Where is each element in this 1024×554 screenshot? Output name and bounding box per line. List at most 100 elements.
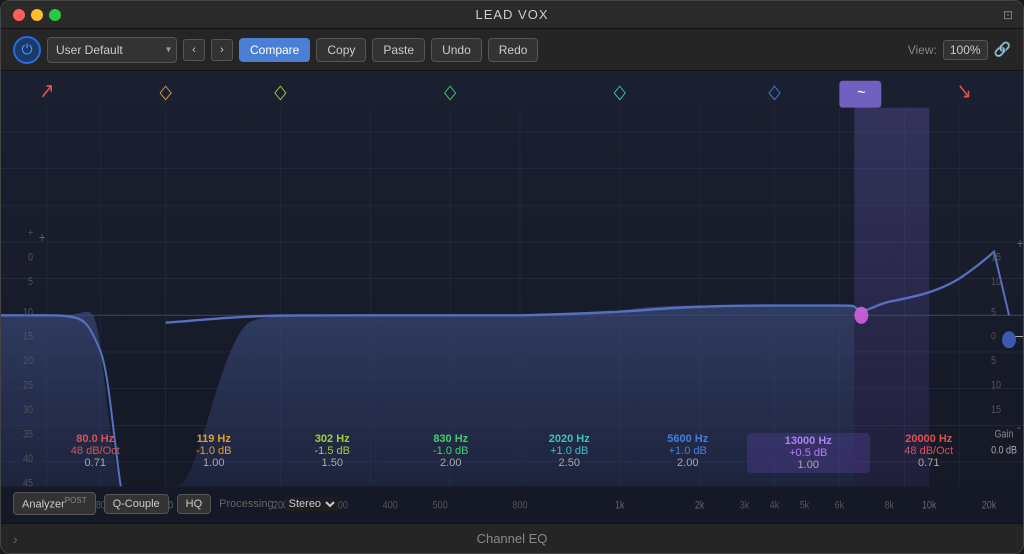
band-4-params[interactable]: 830 Hz -1.0 dB 2.00: [392, 433, 511, 473]
svg-text:15: 15: [991, 404, 1001, 416]
svg-text:35: 35: [23, 429, 33, 441]
eq-bottom-controls: AnalyzerPOST Q-Couple HQ Processing: Ste…: [13, 492, 338, 515]
power-button[interactable]: ⏻: [13, 36, 41, 64]
svg-text:2k: 2k: [695, 500, 705, 512]
band-3-gain: -1.5 dB: [273, 445, 392, 457]
band-5-params[interactable]: 2020 Hz +1.0 dB 2.50: [510, 433, 629, 473]
band-4-freq: 830 Hz: [392, 433, 511, 445]
q-couple-button[interactable]: Q-Couple: [104, 494, 169, 514]
svg-text:-: -: [1017, 419, 1021, 434]
svg-text:10k: 10k: [922, 500, 937, 512]
band-2-q: 1.00: [155, 457, 274, 469]
svg-text:~: ~: [857, 84, 865, 103]
svg-text:4k: 4k: [770, 500, 780, 512]
band-6-freq: 5600 Hz: [629, 433, 748, 445]
svg-text:0: 0: [991, 331, 996, 343]
footer-chevron[interactable]: ›: [13, 531, 18, 547]
hq-button[interactable]: HQ: [177, 494, 212, 514]
main-window: LEAD VOX ⊡ ⏻ User Default ‹ › Compare Co…: [0, 0, 1024, 554]
svg-text:Gain: Gain: [995, 429, 1014, 441]
svg-text:◇: ◇: [444, 80, 457, 102]
redo-button[interactable]: Redo: [488, 38, 539, 62]
svg-text:+: +: [1017, 236, 1023, 251]
band-2-params[interactable]: 119 Hz -1.0 dB 1.00: [155, 433, 274, 473]
svg-text:◇: ◇: [768, 80, 781, 102]
close-button[interactable]: [13, 9, 25, 21]
svg-text:↘: ↘: [957, 79, 972, 103]
svg-text:10: 10: [991, 380, 1001, 392]
band-6-gain: +1.0 dB: [629, 445, 748, 457]
processing-select[interactable]: Stereo: [285, 497, 338, 511]
analyzer-button[interactable]: AnalyzerPOST: [13, 492, 96, 515]
band-3-params[interactable]: 302 Hz -1.5 dB 1.50: [273, 433, 392, 473]
svg-text:0.0 dB: 0.0 dB: [991, 445, 1017, 457]
svg-text:400: 400: [383, 500, 398, 512]
svg-text:10: 10: [991, 276, 1001, 288]
view-value[interactable]: 100%: [943, 40, 988, 60]
copy-button[interactable]: Copy: [316, 38, 366, 62]
band-8-gain: 48 dB/Oct: [870, 445, 989, 457]
title-bar: LEAD VOX ⊡: [1, 1, 1023, 29]
svg-text:500: 500: [433, 500, 448, 512]
svg-text:20: 20: [23, 355, 33, 367]
svg-text:1k: 1k: [615, 500, 625, 512]
plugin-name: Channel EQ: [477, 531, 548, 546]
band-4-gain: -1.0 dB: [392, 445, 511, 457]
svg-text:5k: 5k: [800, 500, 810, 512]
svg-text:45: 45: [23, 478, 33, 490]
band-8-freq: 20000 Hz: [870, 433, 989, 445]
minimize-button[interactable]: [31, 9, 43, 21]
svg-text:↗: ↗: [39, 79, 54, 103]
svg-text:10: 10: [23, 307, 33, 319]
svg-text:15: 15: [23, 331, 33, 343]
band-3-q: 1.50: [273, 457, 392, 469]
band-8-params[interactable]: 20000 Hz 48 dB/Oct 0.71: [870, 433, 989, 473]
svg-text:+: +: [39, 230, 45, 245]
toolbar: ⏻ User Default ‹ › Compare Copy Paste Un…: [1, 29, 1023, 71]
nav-forward-button[interactable]: ›: [211, 39, 233, 61]
svg-text:6k: 6k: [835, 500, 845, 512]
band-7-params[interactable]: 13000 Hz +0.5 dB 1.00: [747, 433, 870, 473]
svg-text:5: 5: [991, 355, 996, 367]
band-8-q: 0.71: [870, 457, 989, 469]
svg-text:0: 0: [28, 252, 33, 264]
paste-button[interactable]: Paste: [372, 38, 425, 62]
band-2-gain: -1.0 dB: [155, 445, 274, 457]
band-3-freq: 302 Hz: [273, 433, 392, 445]
svg-text:5: 5: [28, 276, 33, 288]
svg-text:8k: 8k: [885, 500, 895, 512]
band-5-freq: 2020 Hz: [510, 433, 629, 445]
nav-back-button[interactable]: ‹: [183, 39, 205, 61]
svg-text:15: 15: [991, 252, 1001, 264]
band-5-gain: +1.0 dB: [510, 445, 629, 457]
svg-text:40: 40: [23, 453, 33, 465]
band-6-q: 2.00: [629, 457, 748, 469]
window-expand-icon[interactable]: ⊡: [1003, 8, 1013, 22]
undo-button[interactable]: Undo: [431, 38, 482, 62]
band-2-freq: 119 Hz: [155, 433, 274, 445]
footer-bar: › Channel EQ: [1, 523, 1023, 553]
svg-text:3k: 3k: [740, 500, 750, 512]
view-label: View:: [908, 43, 937, 57]
band-5-q: 2.50: [510, 457, 629, 469]
svg-text:5: 5: [991, 307, 996, 319]
band-1-q: 0.71: [36, 457, 155, 469]
svg-text:+: +: [28, 227, 33, 239]
svg-text:30: 30: [23, 404, 33, 416]
band-4-q: 2.00: [392, 457, 511, 469]
band-6-params[interactable]: 5600 Hz +1.0 dB 2.00: [629, 433, 748, 473]
band-1-freq: 80.0 Hz: [36, 433, 155, 445]
svg-text:20k: 20k: [982, 500, 997, 512]
maximize-button[interactable]: [49, 9, 61, 21]
compare-button[interactable]: Compare: [239, 38, 310, 62]
svg-text:◇: ◇: [274, 80, 287, 102]
band-1-params[interactable]: 80.0 Hz 48 dB/Oct 0.71: [36, 433, 155, 473]
link-icon[interactable]: 🔗: [994, 41, 1011, 58]
preset-select[interactable]: User Default: [47, 37, 177, 63]
band-params: 80.0 Hz 48 dB/Oct 0.71 119 Hz -1.0 dB 1.…: [36, 433, 988, 473]
processing-label: Processing:: [219, 498, 276, 510]
svg-text:800: 800: [513, 500, 528, 512]
svg-text:25: 25: [23, 380, 33, 392]
band-7-gain: +0.5 dB: [749, 447, 868, 459]
eq-area[interactable]: ↗ ◇ ◇ ◇ ◇ ◇ ~ ↘ 20 30 40 50 60 80 100 20…: [1, 71, 1023, 523]
